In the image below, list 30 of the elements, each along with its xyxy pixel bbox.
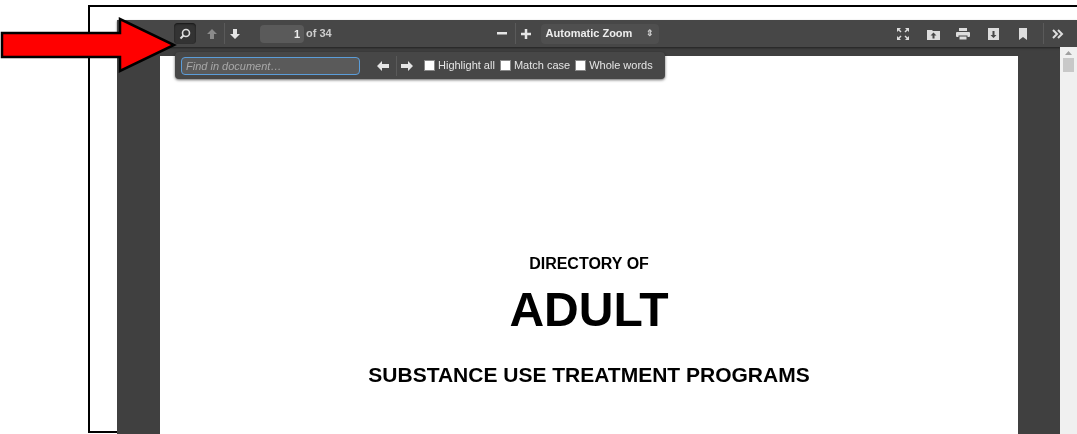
search-icon (179, 27, 191, 40)
find-field[interactable]: Find in document… (181, 56, 360, 75)
left-arrow-icon (377, 60, 389, 71)
checkbox[interactable] (575, 60, 587, 71)
document-subtitle: DIRECTORY OF (529, 254, 649, 274)
scrollbar-thumb[interactable] (1063, 58, 1074, 72)
up-arrow-icon (206, 27, 218, 40)
option-label: Whole words (589, 58, 653, 74)
find-next-button[interactable] (396, 55, 416, 76)
checkbox[interactable] (424, 60, 435, 71)
folder-icon (926, 27, 940, 40)
scroll-up-icon (1065, 51, 1072, 55)
minus-icon (496, 32, 507, 35)
document-heading: SUBSTANCE USE TREATMENT PROGRAMS (368, 362, 810, 388)
option-label: Highlight all (438, 58, 495, 74)
option-label: Match case (513, 58, 571, 74)
plus-icon (521, 28, 532, 39)
zoom-dropdown[interactable]: Automatic Zoom ⇕ (540, 23, 659, 44)
right-arrow-icon (400, 60, 413, 71)
bookmark-icon (1019, 27, 1027, 40)
expand-icon (897, 27, 909, 40)
page-count: of 34 (306, 26, 332, 42)
double-chevron-icon (1051, 28, 1064, 39)
page-number-field[interactable]: 1 (260, 24, 304, 43)
checkbox[interactable] (499, 60, 511, 71)
printer-icon (956, 27, 970, 40)
down-arrow-icon (228, 27, 241, 40)
search-button[interactable] (174, 23, 196, 44)
document-download-icon (987, 27, 999, 40)
document-title: ADULT (509, 286, 669, 334)
